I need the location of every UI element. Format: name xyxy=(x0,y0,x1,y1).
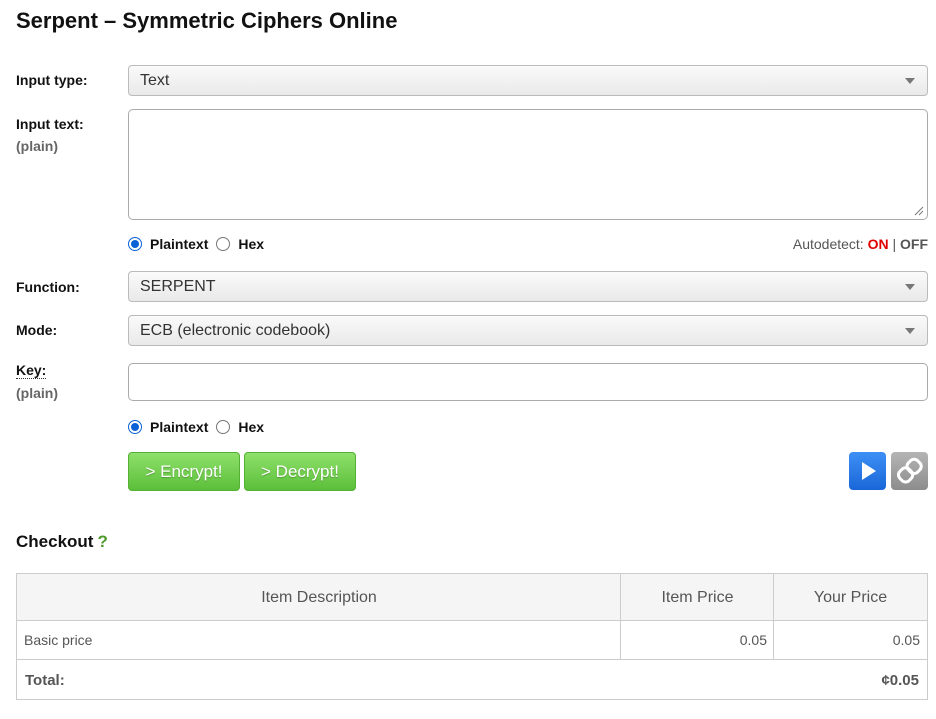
input-type-label: Input type: xyxy=(16,72,88,88)
decrypt-button[interactable]: > Decrypt! xyxy=(244,452,356,491)
row-description: Basic price xyxy=(17,621,621,660)
key-label-wrap: Key: xyxy=(16,362,47,379)
input-format-group: Plaintext Hex xyxy=(128,234,272,254)
total-label: Total: xyxy=(25,672,65,689)
row-item-price: 0.05 xyxy=(621,621,774,660)
input-text-area[interactable] xyxy=(128,109,928,220)
key-plaintext-label: Plaintext xyxy=(150,419,209,435)
checkout-title: Checkout? xyxy=(16,532,108,552)
total-value: ¢0.05 xyxy=(881,672,919,689)
autodetect-separator: | xyxy=(892,236,897,252)
mode-value: ECB (electronic codebook) xyxy=(140,322,331,339)
column-header-your-price: Your Price xyxy=(774,574,927,621)
input-plaintext-radio[interactable] xyxy=(128,237,142,251)
column-header-item-price: Item Price xyxy=(621,574,774,621)
input-type-select[interactable]: Text xyxy=(128,65,928,96)
mode-label: Mode: xyxy=(16,322,58,338)
link-icon xyxy=(896,457,923,484)
column-header-description: Item Description xyxy=(17,574,621,621)
input-hex-radio[interactable] xyxy=(216,237,231,251)
column-divider xyxy=(620,574,621,660)
play-icon xyxy=(862,462,876,480)
run-button[interactable] xyxy=(849,452,886,490)
link-button[interactable] xyxy=(891,452,928,490)
chevron-down-icon xyxy=(905,328,915,334)
chevron-down-icon xyxy=(905,284,915,290)
key-format-group: Plaintext Hex xyxy=(128,417,272,437)
key-plaintext-radio[interactable] xyxy=(128,420,142,434)
input-text-sublabel: (plain) xyxy=(16,138,58,154)
key-label: Key: xyxy=(16,362,47,379)
row-your-price: 0.05 xyxy=(774,621,927,660)
key-sublabel: (plain) xyxy=(16,385,58,401)
key-hex-radio[interactable] xyxy=(216,420,231,434)
mode-select[interactable]: ECB (electronic codebook) xyxy=(128,315,928,346)
key-input[interactable] xyxy=(128,363,928,401)
function-select[interactable]: SERPENT xyxy=(128,271,928,302)
autodetect: Autodetect: ON | OFF xyxy=(793,236,928,252)
autodetect-on-link[interactable]: ON xyxy=(868,236,889,252)
help-link[interactable]: ? xyxy=(97,532,107,551)
encrypt-button[interactable]: > Encrypt! xyxy=(128,452,240,491)
column-divider xyxy=(773,574,774,660)
page-title: Serpent – Symmetric Ciphers Online xyxy=(16,8,398,33)
checkout-table: Item Description Item Price Your Price B… xyxy=(16,573,928,700)
function-label: Function: xyxy=(16,279,80,295)
autodetect-label: Autodetect: xyxy=(792,236,864,252)
checkout-heading: Checkout xyxy=(16,532,94,551)
function-value: SERPENT xyxy=(140,278,216,295)
input-plaintext-label: Plaintext xyxy=(150,236,209,252)
input-text-label: Input text: xyxy=(16,116,84,132)
autodetect-off-link[interactable]: OFF xyxy=(900,236,928,252)
input-type-value: Text xyxy=(140,72,170,89)
chevron-down-icon xyxy=(905,78,915,84)
resize-handle-icon[interactable] xyxy=(914,206,924,216)
input-hex-label: Hex xyxy=(238,236,265,252)
key-hex-label: Hex xyxy=(238,419,265,435)
